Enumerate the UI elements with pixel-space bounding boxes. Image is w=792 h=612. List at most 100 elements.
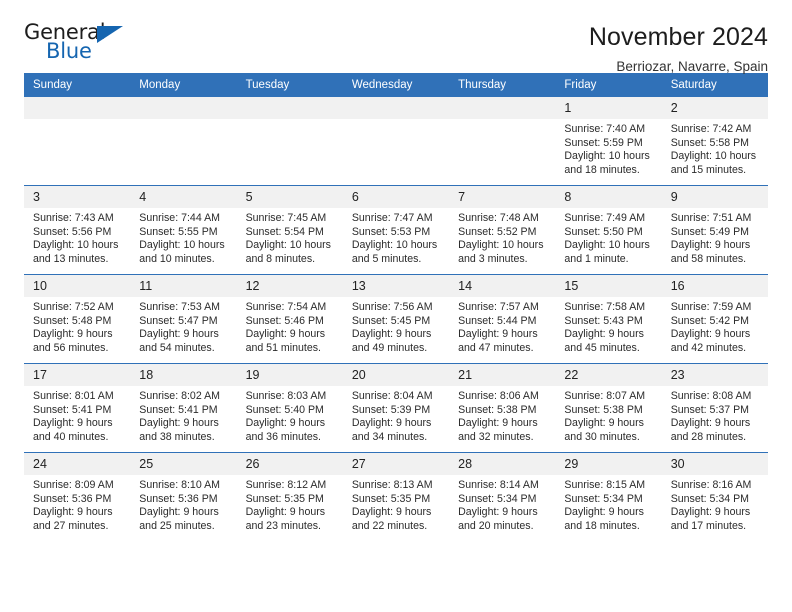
daylight-text-line1: Daylight: 9 hours [564, 417, 644, 430]
sunrise-text: Sunrise: 8:03 AM [245, 390, 327, 402]
sunset-text: Sunset: 5:37 PM [670, 403, 750, 416]
day-cell[interactable]: 21 Sunrise: 8:06 AM Sunset: 5:38 PM Dayl… [449, 363, 556, 453]
day-cell[interactable] [449, 97, 556, 186]
sunset-text: Sunset: 5:48 PM [33, 314, 112, 327]
day-number: 9 [661, 186, 768, 208]
sunset-text: Sunset: 5:53 PM [351, 225, 431, 238]
day-details: Sunrise: 8:02 AM Sunset: 5:41 PM Dayligh… [130, 386, 236, 444]
day-cell[interactable] [342, 97, 450, 186]
daylight-text-line2: and 56 minutes. [33, 341, 109, 354]
day-details: Sunrise: 8:07 AM Sunset: 5:38 PM Dayligh… [555, 386, 661, 444]
day-cell[interactable]: 10 Sunrise: 7:52 AM Sunset: 5:48 PM Dayl… [24, 274, 131, 364]
sunrise-text: Sunrise: 7:43 AM [33, 212, 114, 224]
day-number: 30 [661, 453, 768, 475]
day-cell[interactable]: 24 Sunrise: 8:09 AM Sunset: 5:36 PM Dayl… [24, 452, 131, 541]
day-cell[interactable] [236, 97, 343, 186]
sunrise-text: Sunrise: 8:14 AM [458, 479, 539, 491]
day-details: Sunrise: 7:40 AM Sunset: 5:59 PM Dayligh… [555, 119, 661, 177]
day-cell[interactable]: 20 Sunrise: 8:04 AM Sunset: 5:39 PM Dayl… [342, 363, 450, 453]
day-cell[interactable]: 5 Sunrise: 7:45 AM Sunset: 5:54 PM Dayli… [236, 185, 343, 275]
day-number: 21 [449, 364, 556, 386]
day-cell[interactable]: 8 Sunrise: 7:49 AM Sunset: 5:50 PM Dayli… [555, 185, 662, 275]
day-cell[interactable]: 1 Sunrise: 7:40 AM Sunset: 5:59 PM Dayli… [555, 97, 662, 186]
day-cell[interactable]: 7 Sunrise: 7:48 AM Sunset: 5:52 PM Dayli… [449, 185, 556, 275]
day-cell[interactable]: 12 Sunrise: 7:54 AM Sunset: 5:46 PM Dayl… [236, 274, 343, 364]
daylight-text-line2: and 36 minutes. [245, 430, 321, 443]
sunset-text: Sunset: 5:49 PM [670, 225, 750, 238]
sunrise-text: Sunrise: 7:44 AM [139, 212, 220, 224]
day-details [237, 119, 343, 123]
day-cell[interactable]: 18 Sunrise: 8:02 AM Sunset: 5:41 PM Dayl… [130, 363, 237, 453]
sunset-text: Sunset: 5:34 PM [458, 492, 537, 505]
day-number: 7 [449, 186, 556, 208]
day-number: 3 [24, 186, 131, 208]
day-cell[interactable]: 28 Sunrise: 8:14 AM Sunset: 5:34 PM Dayl… [449, 452, 556, 541]
daylight-text-line2: and 54 minutes. [139, 341, 215, 354]
page-subtitle: Berriozar, Navarre, Spain [616, 59, 768, 74]
daylight-text-line1: Daylight: 10 hours [564, 239, 650, 252]
day-cell[interactable]: 19 Sunrise: 8:03 AM Sunset: 5:40 PM Dayl… [236, 363, 343, 453]
day-cell[interactable]: 29 Sunrise: 8:15 AM Sunset: 5:34 PM Dayl… [555, 452, 662, 541]
day-cell[interactable]: 13 Sunrise: 7:56 AM Sunset: 5:45 PM Dayl… [342, 274, 450, 364]
daylight-text-line2: and 30 minutes. [564, 430, 640, 443]
day-cell[interactable]: 15 Sunrise: 7:58 AM Sunset: 5:43 PM Dayl… [555, 274, 662, 364]
daylight-text-line1: Daylight: 9 hours [670, 506, 751, 519]
day-number: 17 [24, 364, 131, 386]
daylight-text-line2: and 10 minutes. [139, 252, 215, 265]
day-cell[interactable]: 26 Sunrise: 8:12 AM Sunset: 5:35 PM Dayl… [236, 452, 343, 541]
calendar-page: General Blue November 2024 Berriozar, Na… [0, 0, 792, 612]
sunrise-text: Sunrise: 8:15 AM [564, 479, 646, 491]
day-cell[interactable]: 9 Sunrise: 7:51 AM Sunset: 5:49 PM Dayli… [661, 185, 768, 275]
day-cell[interactable] [130, 97, 237, 186]
daylight-text-line2: and 20 minutes. [458, 519, 534, 532]
day-number: 27 [342, 453, 450, 475]
day-cell[interactable]: 11 Sunrise: 7:53 AM Sunset: 5:47 PM Dayl… [130, 274, 237, 364]
daylight-text-line1: Daylight: 9 hours [245, 328, 326, 341]
day-details: Sunrise: 7:47 AM Sunset: 5:53 PM Dayligh… [343, 208, 449, 266]
daylight-text-line1: Daylight: 10 hours [139, 239, 225, 252]
day-cell[interactable]: 3 Sunrise: 7:43 AM Sunset: 5:56 PM Dayli… [24, 185, 131, 275]
daylight-text-line2: and 18 minutes. [564, 163, 640, 176]
day-number: 13 [342, 275, 450, 297]
weekday-header-monday: Monday [130, 73, 237, 97]
day-number: 18 [130, 364, 237, 386]
day-cell[interactable]: 23 Sunrise: 8:08 AM Sunset: 5:37 PM Dayl… [661, 363, 768, 453]
daylight-text-line1: Daylight: 9 hours [458, 328, 538, 341]
general-blue-logo[interactable]: General Blue [24, 22, 144, 68]
day-number: 20 [342, 364, 450, 386]
day-cell[interactable]: 6 Sunrise: 7:47 AM Sunset: 5:53 PM Dayli… [342, 185, 450, 275]
day-cell[interactable]: 30 Sunrise: 8:16 AM Sunset: 5:34 PM Dayl… [661, 452, 768, 541]
sunset-text: Sunset: 5:50 PM [564, 225, 643, 238]
sunset-text: Sunset: 5:36 PM [33, 492, 112, 505]
day-cell[interactable] [24, 97, 131, 186]
day-cell[interactable]: 16 Sunrise: 7:59 AM Sunset: 5:42 PM Dayl… [661, 274, 768, 364]
day-cell[interactable]: 27 Sunrise: 8:13 AM Sunset: 5:35 PM Dayl… [342, 452, 450, 541]
day-details: Sunrise: 7:58 AM Sunset: 5:43 PM Dayligh… [555, 297, 661, 355]
sunrise-sunset-calendar: Sunday Monday Tuesday Wednesday Thursday… [24, 73, 768, 541]
day-cell[interactable]: 17 Sunrise: 8:01 AM Sunset: 5:41 PM Dayl… [24, 363, 131, 453]
day-cell[interactable]: 4 Sunrise: 7:44 AM Sunset: 5:55 PM Dayli… [130, 185, 237, 275]
daylight-text-line2: and 17 minutes. [670, 519, 747, 532]
sunrise-text: Sunrise: 7:49 AM [564, 212, 646, 224]
day-number: 5 [236, 186, 343, 208]
weekday-header-wednesday: Wednesday [342, 73, 450, 97]
day-cell[interactable]: 2 Sunrise: 7:42 AM Sunset: 5:58 PM Dayli… [661, 97, 768, 186]
day-number: 14 [449, 275, 556, 297]
day-cell[interactable]: 22 Sunrise: 8:07 AM Sunset: 5:38 PM Dayl… [555, 363, 662, 453]
daylight-text-line1: Daylight: 9 hours [564, 506, 644, 519]
day-number: 6 [342, 186, 450, 208]
sunrise-text: Sunrise: 8:04 AM [351, 390, 433, 402]
day-cell[interactable]: 14 Sunrise: 7:57 AM Sunset: 5:44 PM Dayl… [449, 274, 556, 364]
day-details: Sunrise: 8:03 AM Sunset: 5:40 PM Dayligh… [237, 386, 343, 444]
day-number: 2 [661, 97, 768, 119]
day-number: 29 [555, 453, 662, 475]
sunrise-text: Sunrise: 7:48 AM [458, 212, 539, 224]
daylight-text-line2: and 5 minutes. [351, 252, 422, 265]
sunset-text: Sunset: 5:40 PM [245, 403, 324, 416]
day-cell[interactable]: 25 Sunrise: 8:10 AM Sunset: 5:36 PM Dayl… [130, 452, 237, 541]
weekday-header-sunday: Sunday [24, 73, 131, 97]
day-number: 11 [130, 275, 237, 297]
sunset-text: Sunset: 5:35 PM [245, 492, 324, 505]
day-details: Sunrise: 7:57 AM Sunset: 5:44 PM Dayligh… [449, 297, 555, 355]
sunrise-text: Sunrise: 8:16 AM [670, 479, 752, 491]
